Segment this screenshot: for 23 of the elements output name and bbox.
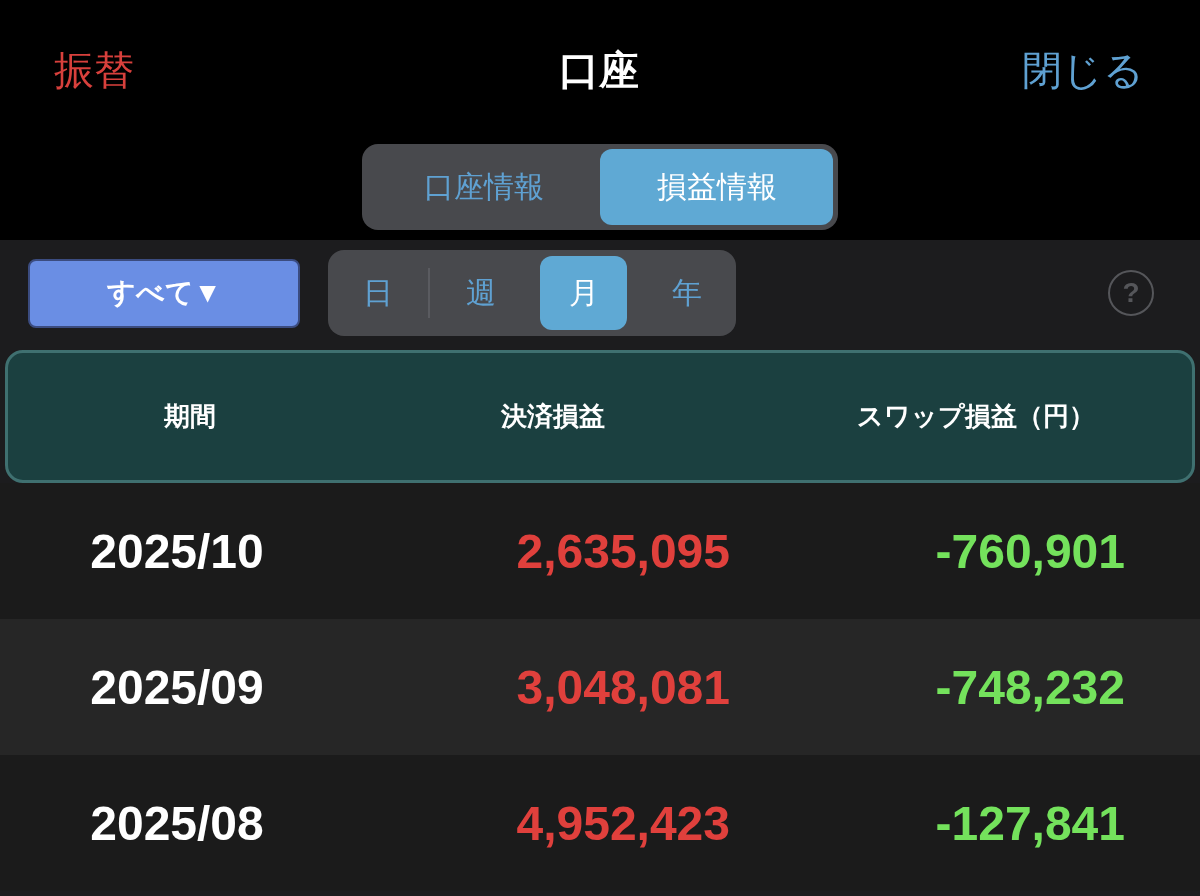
column-header: 決済損益 (501, 400, 605, 433)
settlement-pl-cell: 3,048,081 (516, 659, 730, 715)
help-button[interactable]: ? (1108, 270, 1154, 316)
period-option[interactable]: 週 (437, 256, 524, 330)
period-option[interactable]: 日 (334, 256, 421, 330)
tab[interactable]: 口座情報 (367, 149, 600, 225)
period-cell: 2025/08 (90, 795, 264, 851)
settlement-pl-cell: 4,952,423 (516, 795, 730, 851)
period-cell: 2025/10 (90, 523, 264, 579)
screen-title: 口座 (559, 46, 639, 94)
period-option[interactable]: 年 (643, 256, 730, 330)
swap-pl-cell: -748,232 (935, 659, 1125, 715)
column-header: スワップ損益（円） (856, 400, 1095, 433)
filter-dropdown[interactable]: すべて▼ (28, 258, 300, 328)
settlement-pl-cell: 2,635,095 (516, 523, 730, 579)
swap-pl-cell: -127,841 (935, 795, 1125, 851)
period-cell: 2025/09 (90, 659, 264, 715)
column-header: 期間 (163, 400, 216, 433)
period-option[interactable]: 月 (540, 256, 627, 330)
tab[interactable]: 損益情報 (600, 149, 833, 225)
swap-pl-cell: -760,901 (935, 523, 1125, 579)
transfer-button[interactable]: 振替 (54, 46, 134, 94)
close-button[interactable]: 閉じる (1022, 46, 1144, 94)
